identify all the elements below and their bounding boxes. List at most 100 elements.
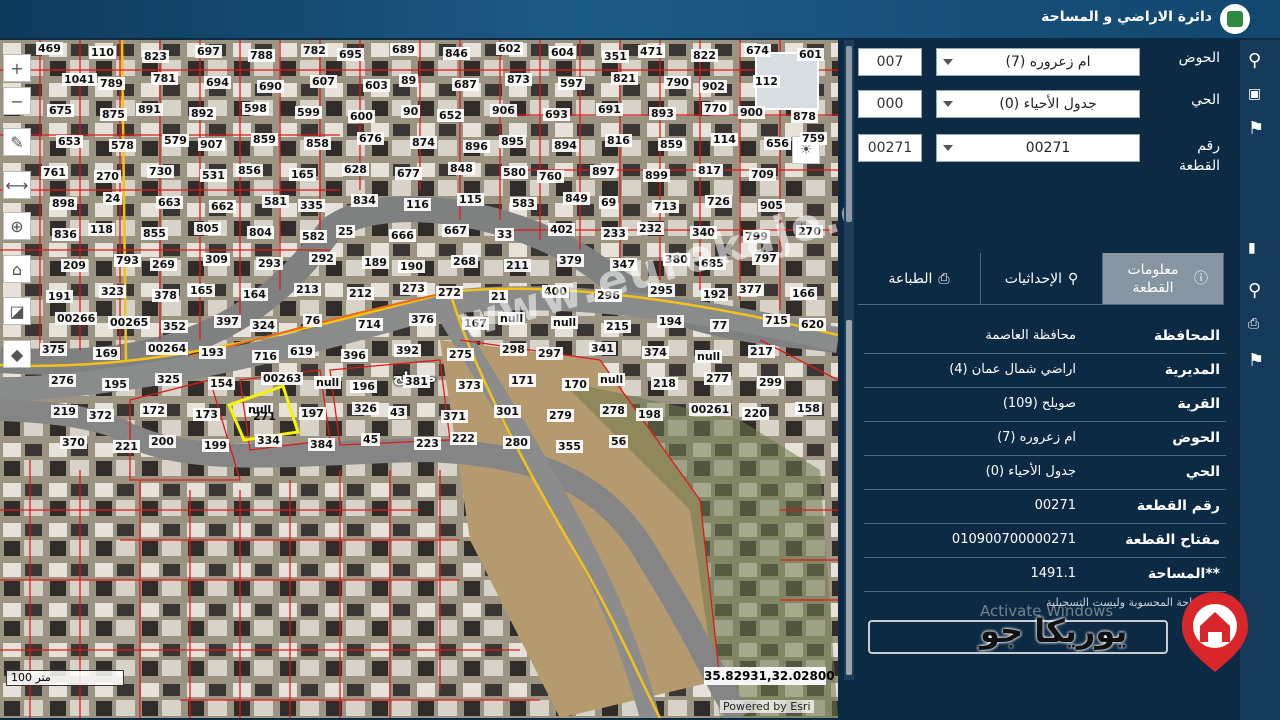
parcel-number-label: 268 — [451, 255, 478, 268]
parcel-number-label: 906 — [490, 104, 517, 117]
parcel-select[interactable]: 00271 — [936, 134, 1140, 162]
side-toggle-icon[interactable]: ▮ — [1248, 240, 1256, 256]
basin-code-input[interactable]: 007 — [858, 48, 922, 76]
map-view[interactable]: ☀ صويلح 46911082369778878269568984660260… — [0, 40, 838, 718]
parcel-number-label: 834 — [351, 194, 378, 207]
area-measure-icon[interactable]: ◪ — [3, 297, 31, 325]
info-row: **المساحة 1491.1 — [864, 558, 1226, 592]
parcel-number-label: 730 — [147, 165, 174, 178]
parcel-number-label: 213 — [294, 283, 321, 296]
parcel-number-label: 00263 — [261, 372, 304, 385]
eurekajo-logo — [1182, 592, 1248, 672]
parcel-number-label: 372 — [87, 409, 114, 422]
parcel-code-input[interactable]: 00271 — [858, 134, 922, 162]
parcel-number-label: 891 — [136, 103, 163, 116]
selected-parcel-number[interactable]: 271 — [251, 410, 278, 423]
parcel-number-label: 469 — [36, 42, 63, 55]
parcel-number-label: 900 — [738, 106, 765, 119]
parcel-number-label: 90 — [401, 105, 421, 118]
parcel-number-label: 875 — [100, 108, 127, 121]
parcel-number-label: 370 — [60, 436, 87, 449]
parcel-number-label: 896 — [463, 140, 490, 153]
parcel-number-label: 194 — [657, 315, 684, 328]
tab-coordinates-label: الإحداثيات — [1004, 271, 1063, 287]
parcel-number-label: 709 — [749, 168, 776, 181]
parcel-number-label: 874 — [410, 136, 437, 149]
info-label: الحي — [1185, 464, 1220, 480]
parcel-number-label: 782 — [301, 44, 328, 57]
parcel-number-label: 275 — [447, 348, 474, 361]
parcel-number-label: 112 — [753, 75, 780, 88]
basin-select[interactable]: ام زعروره (7) — [936, 48, 1140, 76]
parcel-number-label: 293 — [256, 257, 283, 270]
home-icon[interactable]: ⌂ — [3, 255, 31, 283]
parcel-number-label: 217 — [748, 345, 775, 358]
parcel-number-label: 597 — [558, 77, 585, 90]
parcel-number-label: 77 — [710, 319, 730, 332]
parcel-number-label: 697 — [195, 45, 222, 58]
district-code-input[interactable]: 000 — [858, 90, 922, 118]
parcel-number-label: 220 — [742, 407, 769, 420]
parcel-number-label: 628 — [342, 163, 369, 176]
parcel-number-label: 687 — [452, 78, 479, 91]
parcel-number-label: 601 — [797, 48, 824, 61]
info-value: اراضي شمال عمان (4) — [949, 362, 1076, 377]
parcel-number-label: 00266 — [55, 312, 98, 325]
parcel-number-label: 00265 — [108, 316, 151, 329]
measure-ruler-icon[interactable]: ⟷ — [3, 171, 31, 199]
print-icon[interactable]: ⎙ — [1248, 316, 1259, 332]
tab-parcel-info[interactable]: ⓘ معلومات القطعة — [1103, 253, 1224, 305]
parcel-number-label: 603 — [363, 79, 390, 92]
parcel-number-label: 653 — [56, 135, 83, 148]
chevron-down-icon — [943, 145, 953, 151]
parcel-number-label: 892 — [189, 107, 216, 120]
parcel-number-label: 846 — [443, 47, 470, 60]
parcel-number-label: 334 — [255, 434, 282, 447]
zoom-out-icon[interactable]: − — [3, 87, 31, 115]
info-row: الحي جدول الأحياء (0) — [864, 456, 1226, 490]
tab-print[interactable]: ⎙ الطباعة — [858, 253, 981, 305]
parcel-number-label: 232 — [637, 222, 664, 235]
parcel-number-label: 804 — [247, 226, 274, 239]
info-value: 010900700000271 — [951, 532, 1076, 547]
parcel-number-label: 355 — [556, 440, 583, 453]
parcel-number-label: 471 — [638, 45, 665, 58]
zoom-in-icon[interactable]: + — [3, 54, 31, 82]
district-select[interactable]: جدول الأحياء (0) — [936, 90, 1140, 118]
parcel-number-label: 397 — [214, 315, 241, 328]
parcel-number-label: 215 — [604, 320, 631, 333]
parcel-number-label: 714 — [356, 318, 383, 331]
search-icon-secondary[interactable]: ⚲ — [1248, 280, 1261, 301]
parcel-select-value: 00271 — [1025, 140, 1071, 156]
parcel-number-label: 211 — [504, 259, 531, 272]
parcel-number-label: 114 — [711, 133, 738, 146]
parcel-number-label: 582 — [300, 230, 327, 243]
printer-icon: ⎙ — [938, 271, 950, 287]
pin-icon-secondary[interactable]: ⚑ — [1248, 350, 1264, 371]
parcel-number-label: 381 — [403, 375, 430, 388]
parcel-number-label: 326 — [352, 402, 379, 415]
parcel-number-label: 309 — [203, 253, 230, 266]
search-icon[interactable]: ⚲ — [1248, 50, 1261, 71]
parcel-number-label: null — [695, 350, 723, 363]
parcel-number-label: 822 — [691, 49, 718, 62]
draw-pencil-icon[interactable]: ✎ — [3, 128, 31, 156]
locate-crosshair-icon[interactable]: ⊕ — [3, 212, 31, 240]
info-value: 1491.1 — [1030, 566, 1077, 581]
parcel-number-label: 859 — [658, 138, 685, 151]
parcel-number-label: 116 — [404, 198, 431, 211]
panel-scrollbar-bottom[interactable] — [844, 320, 854, 680]
parcel-number-label: 375 — [40, 343, 67, 356]
parcel-number-label: 325 — [155, 373, 182, 386]
parcel-number-label: 190 — [398, 260, 425, 273]
compass-icon[interactable]: ◆ — [3, 340, 31, 368]
tab-coordinates[interactable]: ⚲ الإحداثيات — [981, 253, 1103, 305]
dls-logo — [1220, 4, 1250, 34]
parcel-number-label: 351 — [602, 50, 629, 63]
parcel-number-label: 371 — [441, 410, 468, 423]
parcel-number-label: 352 — [161, 320, 188, 333]
layers-icon[interactable]: ▣ — [1248, 86, 1261, 102]
location-pin-icon[interactable]: ⚑ — [1248, 118, 1264, 139]
chevron-down-icon — [943, 59, 953, 65]
parcel-number-label: 45 — [361, 433, 381, 446]
